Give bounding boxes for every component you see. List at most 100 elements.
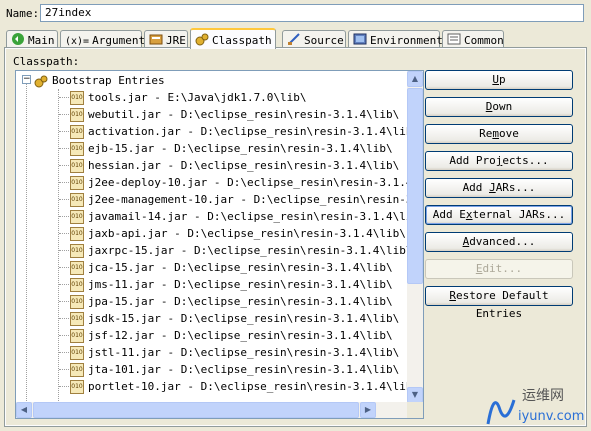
jar-file-icon: 010: [70, 260, 84, 275]
tree-root-bootstrap-entries[interactable]: − Bootstrap Entries: [16, 72, 408, 89]
tab-arguments[interactable]: (x)= Arguments: [60, 30, 152, 48]
jar-entry-label: jaxb-api.jar - D:\eclipse_resin\resin-3.…: [88, 227, 406, 240]
tab-jre[interactable]: JRE: [144, 30, 188, 48]
tree-jar-entry[interactable]: 010 j2ee-management-10.jar - D:\eclipse_r…: [70, 191, 408, 208]
classpath-tree[interactable]: − Bootstrap Entries 010 tools.jar - E:\Java…: [15, 70, 424, 419]
tab-bar: Main (x)= Arguments JRE Classpath Source Envir…: [4, 28, 587, 49]
jar-file-icon: 010: [70, 243, 84, 258]
watermark-swoosh-icon: [486, 399, 516, 425]
jar-entry-label: jta-101.jar - D:\eclipse_resin\resin-3.1…: [88, 363, 400, 376]
tab-label: Main: [28, 34, 55, 47]
add-external-jars-button[interactable]: Add External JARs...: [425, 205, 573, 225]
watermark-logo: 运维网 iyunv.com: [486, 388, 584, 425]
tab-common[interactable]: Common: [442, 30, 504, 48]
jar-entry-label: jca-15.jar - D:\eclipse_resin\resin-3.1.…: [88, 261, 393, 274]
jar-entry-label: jstl-11.jar - D:\eclipse_resin\resin-3.1…: [88, 346, 400, 359]
jar-file-icon: 010: [70, 124, 84, 139]
jar-entry-label: tools.jar - E:\Java\jdk1.7.0\lib\: [88, 91, 307, 104]
up-button[interactable]: Up: [425, 70, 573, 90]
scroll-right-arrow-icon[interactable]: ▶: [360, 402, 376, 418]
jar-entry-label: jms-11.jar - D:\eclipse_resin\resin-3.1.…: [88, 278, 393, 291]
jar-file-icon: 010: [70, 277, 84, 292]
tree-jar-entry[interactable]: 010 jta-101.jar - D:\eclipse_resin\resin-…: [70, 361, 399, 378]
tree-jar-entry[interactable]: 010 tools.jar - E:\Java\jdk1.7.0\lib\: [70, 89, 307, 106]
library-icon: [34, 75, 48, 87]
classpath-label: Classpath:: [13, 55, 80, 68]
tab-label: Environment: [370, 34, 443, 47]
scroll-up-arrow-icon[interactable]: ▲: [407, 71, 423, 87]
tree-jar-entry[interactable]: 010 jsdk-15.jar - D:\eclipse_resin\resin-…: [70, 310, 399, 327]
jar-file-icon: 010: [70, 345, 84, 360]
tab-label: Common: [464, 34, 504, 47]
name-input[interactable]: 27index: [40, 4, 584, 22]
jar-entry-label: j2ee-deploy-10.jar - D:\eclipse_resin\re…: [88, 176, 408, 189]
jar-file-icon: 010: [70, 328, 84, 343]
jar-file-icon: 010: [70, 362, 84, 377]
tree-jar-entry[interactable]: 010 jstl-11.jar - D:\eclipse_resin\resin-…: [70, 344, 399, 361]
watermark-cn: 运维网: [522, 388, 564, 404]
collapse-toggle-icon[interactable]: −: [22, 75, 31, 84]
tree-jar-entry[interactable]: 010 javamail-14.jar - D:\eclipse_resin\re…: [70, 208, 408, 225]
tab-main[interactable]: Main: [6, 30, 58, 48]
jar-file-icon: 010: [70, 209, 84, 224]
jar-entry-label: activation.jar - D:\eclipse_resin\resin-…: [88, 125, 408, 138]
remove-button[interactable]: Remove: [425, 124, 573, 144]
jar-file-icon: 010: [70, 294, 84, 309]
tree-jar-entry[interactable]: 010 jms-11.jar - D:\eclipse_resin\resin-3…: [70, 276, 393, 293]
tree-jar-entry[interactable]: 010 hessian.jar - D:\eclipse_resin\resin-…: [70, 157, 399, 174]
jar-entry-label: j2ee-management-10.jar - D:\eclipse_resi…: [88, 193, 408, 206]
tree-jar-entry[interactable]: 010 activation.jar - D:\eclipse_resin\res…: [70, 123, 408, 140]
tree-jar-entry[interactable]: 010 webutil.jar - D:\eclipse_resin\resin-…: [70, 106, 399, 123]
jar-entry-label: jpa-15.jar - D:\eclipse_resin\resin-3.1.…: [88, 295, 393, 308]
tree-jar-entry[interactable]: 010 jpa-15.jar - D:\eclipse_resin\resin-3…: [70, 293, 393, 310]
jar-file-icon: 010: [70, 175, 84, 190]
jar-file-icon: 010: [70, 311, 84, 326]
tree-jar-entry[interactable]: 010 jca-15.jar - D:\eclipse_resin\resin-3…: [70, 259, 393, 276]
tree-jar-entry[interactable]: 010 ejb-15.jar - D:\eclipse_resin\resin-3…: [70, 140, 393, 157]
horizontal-scroll-thumb[interactable]: [33, 402, 359, 418]
arguments-tab-icon: (x)=: [65, 36, 90, 47]
watermark-en: iyunv.com: [518, 409, 584, 424]
jar-file-icon: 010: [70, 141, 84, 156]
vertical-scroll-thumb[interactable]: [407, 88, 423, 284]
jar-entry-label: jsdk-15.jar - D:\eclipse_resin\resin-3.1…: [88, 312, 400, 325]
scroll-left-arrow-icon[interactable]: ◀: [16, 402, 32, 418]
add-projects-button[interactable]: Add Projects...: [425, 151, 573, 171]
scroll-down-arrow-icon[interactable]: ▼: [407, 387, 423, 403]
tree-jar-entry[interactable]: 010 jsf-12.jar - D:\eclipse_resin\resin-3…: [70, 327, 393, 344]
advanced-button[interactable]: Advanced...: [425, 232, 573, 252]
restore-default-entries-button[interactable]: Restore Default Entries: [425, 286, 573, 320]
jar-entry-label: jsf-12.jar - D:\eclipse_resin\resin-3.1.…: [88, 329, 393, 342]
tab-label: Classpath: [212, 34, 272, 47]
jar-entry-label: portlet-10.jar - D:\eclipse_resin\resin-…: [88, 380, 408, 393]
tab-label: Arguments: [92, 34, 152, 47]
tree-jar-entry[interactable]: 010 j2ee-deploy-10.jar - D:\eclipse_resin…: [70, 174, 408, 191]
jar-file-icon: 010: [70, 107, 84, 122]
classpath-tab-icon: [195, 32, 209, 49]
tree-jar-entry[interactable]: 010 portlet-10.jar - D:\eclipse_resin\res…: [70, 378, 408, 395]
tree-jar-entry[interactable]: 010 jaxrpc-15.jar - D:\eclipse_resin\resi…: [70, 242, 408, 259]
tree-root-label: Bootstrap Entries: [52, 74, 165, 87]
tree-jar-entry[interactable]: 010 jaxb-api.jar - D:\eclipse_resin\resin…: [70, 225, 406, 242]
jar-file-icon: 010: [70, 379, 84, 394]
tree-content: − Bootstrap Entries 010 tools.jar - E:\Java…: [16, 71, 408, 401]
tab-label: JRE: [166, 34, 186, 47]
tab-classpath[interactable]: Classpath: [190, 28, 276, 49]
jar-file-icon: 010: [70, 192, 84, 207]
horizontal-scrollbar[interactable]: ◀ ▶: [16, 402, 408, 418]
jar-entry-label: webutil.jar - D:\eclipse_resin\resin-3.1…: [88, 108, 400, 121]
jar-file-icon: 010: [70, 158, 84, 173]
add-jars-button[interactable]: Add JARs...: [425, 178, 573, 198]
vertical-scrollbar[interactable]: ▲ ▼: [407, 71, 423, 403]
tab-environment[interactable]: Environment: [348, 30, 443, 48]
tab-source[interactable]: Source: [282, 30, 346, 48]
name-row: Name: 27index: [0, 0, 591, 26]
jar-entry-label: jaxrpc-15.jar - D:\eclipse_resin\resin-3…: [88, 244, 408, 257]
name-label: Name:: [6, 7, 40, 20]
jar-entry-label: javamail-14.jar - D:\eclipse_resin\resin…: [88, 210, 408, 223]
jar-entry-label: ejb-15.jar - D:\eclipse_resin\resin-3.1.…: [88, 142, 393, 155]
down-button[interactable]: Down: [425, 97, 573, 117]
edit-button: Edit...: [425, 259, 573, 279]
jar-entry-label: hessian.jar - D:\eclipse_resin\resin-3.1…: [88, 159, 400, 172]
jar-file-icon: 010: [70, 226, 84, 241]
